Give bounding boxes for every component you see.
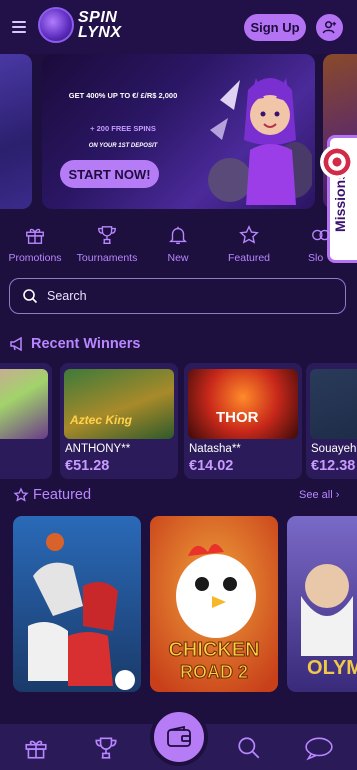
featured-heading: Featured	[13, 487, 91, 503]
logo-text: SPIN LYNX	[78, 9, 122, 41]
featured-title: Featured	[33, 487, 92, 503]
gift-icon	[25, 740, 47, 759]
top-header: SPIN LYNX Sign Up	[0, 0, 357, 54]
category-label: New	[167, 252, 189, 264]
gift-icon	[26, 228, 44, 244]
star-icon	[13, 487, 29, 502]
category-tournaments[interactable]: Tournaments	[72, 218, 142, 270]
see-all-label: See all	[299, 489, 333, 501]
trophy-icon	[95, 737, 117, 759]
previous-slide[interactable]	[0, 54, 32, 209]
chat-icon	[305, 737, 333, 761]
wallet-button[interactable]	[150, 708, 208, 766]
winner-name: Souayeh	[311, 443, 357, 455]
winner-amount: €51.28	[65, 458, 110, 474]
category-label: Tournaments	[76, 252, 138, 264]
winner-card[interactable]: Souayeh €12.38	[306, 363, 357, 479]
recent-winners-heading: Recent Winners	[9, 336, 140, 352]
search-icon	[23, 289, 38, 304]
game-logo-text: THOR	[216, 409, 259, 426]
svg-text:OLYM: OLYM	[307, 657, 357, 679]
bell-icon	[169, 226, 187, 244]
hamburger-icon[interactable]	[12, 21, 26, 33]
category-slots[interactable]: Slo	[290, 218, 357, 270]
star-icon	[239, 225, 259, 244]
winner-amount: €12.38	[311, 458, 356, 474]
user-add-icon	[322, 21, 337, 34]
lynx-logo-icon	[38, 7, 74, 43]
user-add-button[interactable]	[316, 14, 343, 41]
slots-icon	[312, 229, 330, 241]
category-label: Promotions	[8, 252, 62, 264]
wallet-icon	[167, 725, 191, 747]
category-label: Featured	[227, 252, 271, 264]
winner-name: ANTHONY**	[65, 443, 131, 455]
category-featured[interactable]: Featured	[214, 218, 284, 270]
see-all-link[interactable]: See all ›	[299, 489, 339, 501]
search-placeholder: Search	[47, 289, 87, 303]
nav-search[interactable]	[234, 734, 264, 762]
svg-text:ROAD 2: ROAD 2	[180, 662, 248, 682]
svg-text:CHICKEN: CHICKEN	[168, 639, 259, 661]
search-input[interactable]: Search	[9, 278, 346, 314]
trophy-icon	[98, 226, 116, 244]
nav-chat[interactable]	[304, 734, 334, 762]
winner-card[interactable]: Aztec King ANTHONY** €51.28	[60, 363, 178, 479]
game-thumbnail: Aztec King	[64, 369, 174, 439]
chevron-right-icon: ›	[335, 489, 340, 501]
promo-carousel[interactable]: GET 400% UP TO €/ £/R$ 2,000 + 200 FREE …	[0, 54, 357, 214]
category-promotions[interactable]: Promotions	[0, 218, 70, 270]
winner-name: Natasha**	[189, 443, 241, 455]
category-new[interactable]: New	[143, 218, 213, 270]
promo-offer-text: GET 400% UP TO €/ £/R$ 2,000	[68, 91, 178, 100]
category-row: Promotions Tournaments New Featured Slo	[0, 218, 357, 270]
game-card-chicken-road-2[interactable]: CHICKEN ROAD 2	[150, 516, 278, 692]
start-now-button[interactable]: START NOW!	[60, 160, 159, 188]
winner-card[interactable]: THOR Natasha** €14.02	[184, 363, 302, 479]
logo-text-line1: SPIN	[78, 9, 118, 26]
game-thumbnail	[0, 369, 48, 439]
game-logo-text: Aztec King	[70, 413, 133, 427]
nav-tournaments[interactable]	[91, 734, 121, 762]
chicken-road-artwork: CHICKEN ROAD 2	[150, 516, 278, 692]
promo-deposit-text: ON YOUR 1ST DEPOSIT	[88, 143, 158, 149]
olympus-artwork: OLYM	[287, 516, 357, 692]
sports-artwork	[13, 516, 141, 692]
featured-games-list: CHICKEN ROAD 2 OLYM	[0, 516, 357, 694]
category-label: Slo	[308, 252, 324, 264]
promo-slide[interactable]: GET 400% UP TO €/ £/R$ 2,000 + 200 FREE …	[42, 54, 315, 209]
game-card-sports[interactable]	[13, 516, 141, 692]
site-logo[interactable]: SPIN LYNX	[38, 7, 121, 43]
game-thumbnail	[310, 369, 357, 439]
nav-promotions[interactable]	[21, 734, 51, 762]
game-card-gates-of-olympus[interactable]: OLYM	[287, 516, 357, 692]
game-thumbnail: THOR	[188, 369, 298, 439]
recent-winners-title: Recent Winners	[31, 336, 141, 352]
lynx-character-illustration	[208, 78, 312, 205]
sign-up-button[interactable]: Sign Up	[244, 14, 306, 41]
promo-free-spins-text: + 200 FREE SPINS	[90, 124, 156, 133]
winner-card[interactable]	[0, 363, 52, 479]
search-icon	[238, 737, 260, 759]
megaphone-icon	[10, 336, 22, 352]
logo-text-line2: LYNX	[78, 24, 122, 41]
recent-winners-list: Aztec King ANTHONY** €51.28 THOR Natasha…	[0, 363, 357, 479]
target-icon[interactable]	[320, 145, 354, 179]
winner-amount: €14.02	[189, 458, 234, 474]
